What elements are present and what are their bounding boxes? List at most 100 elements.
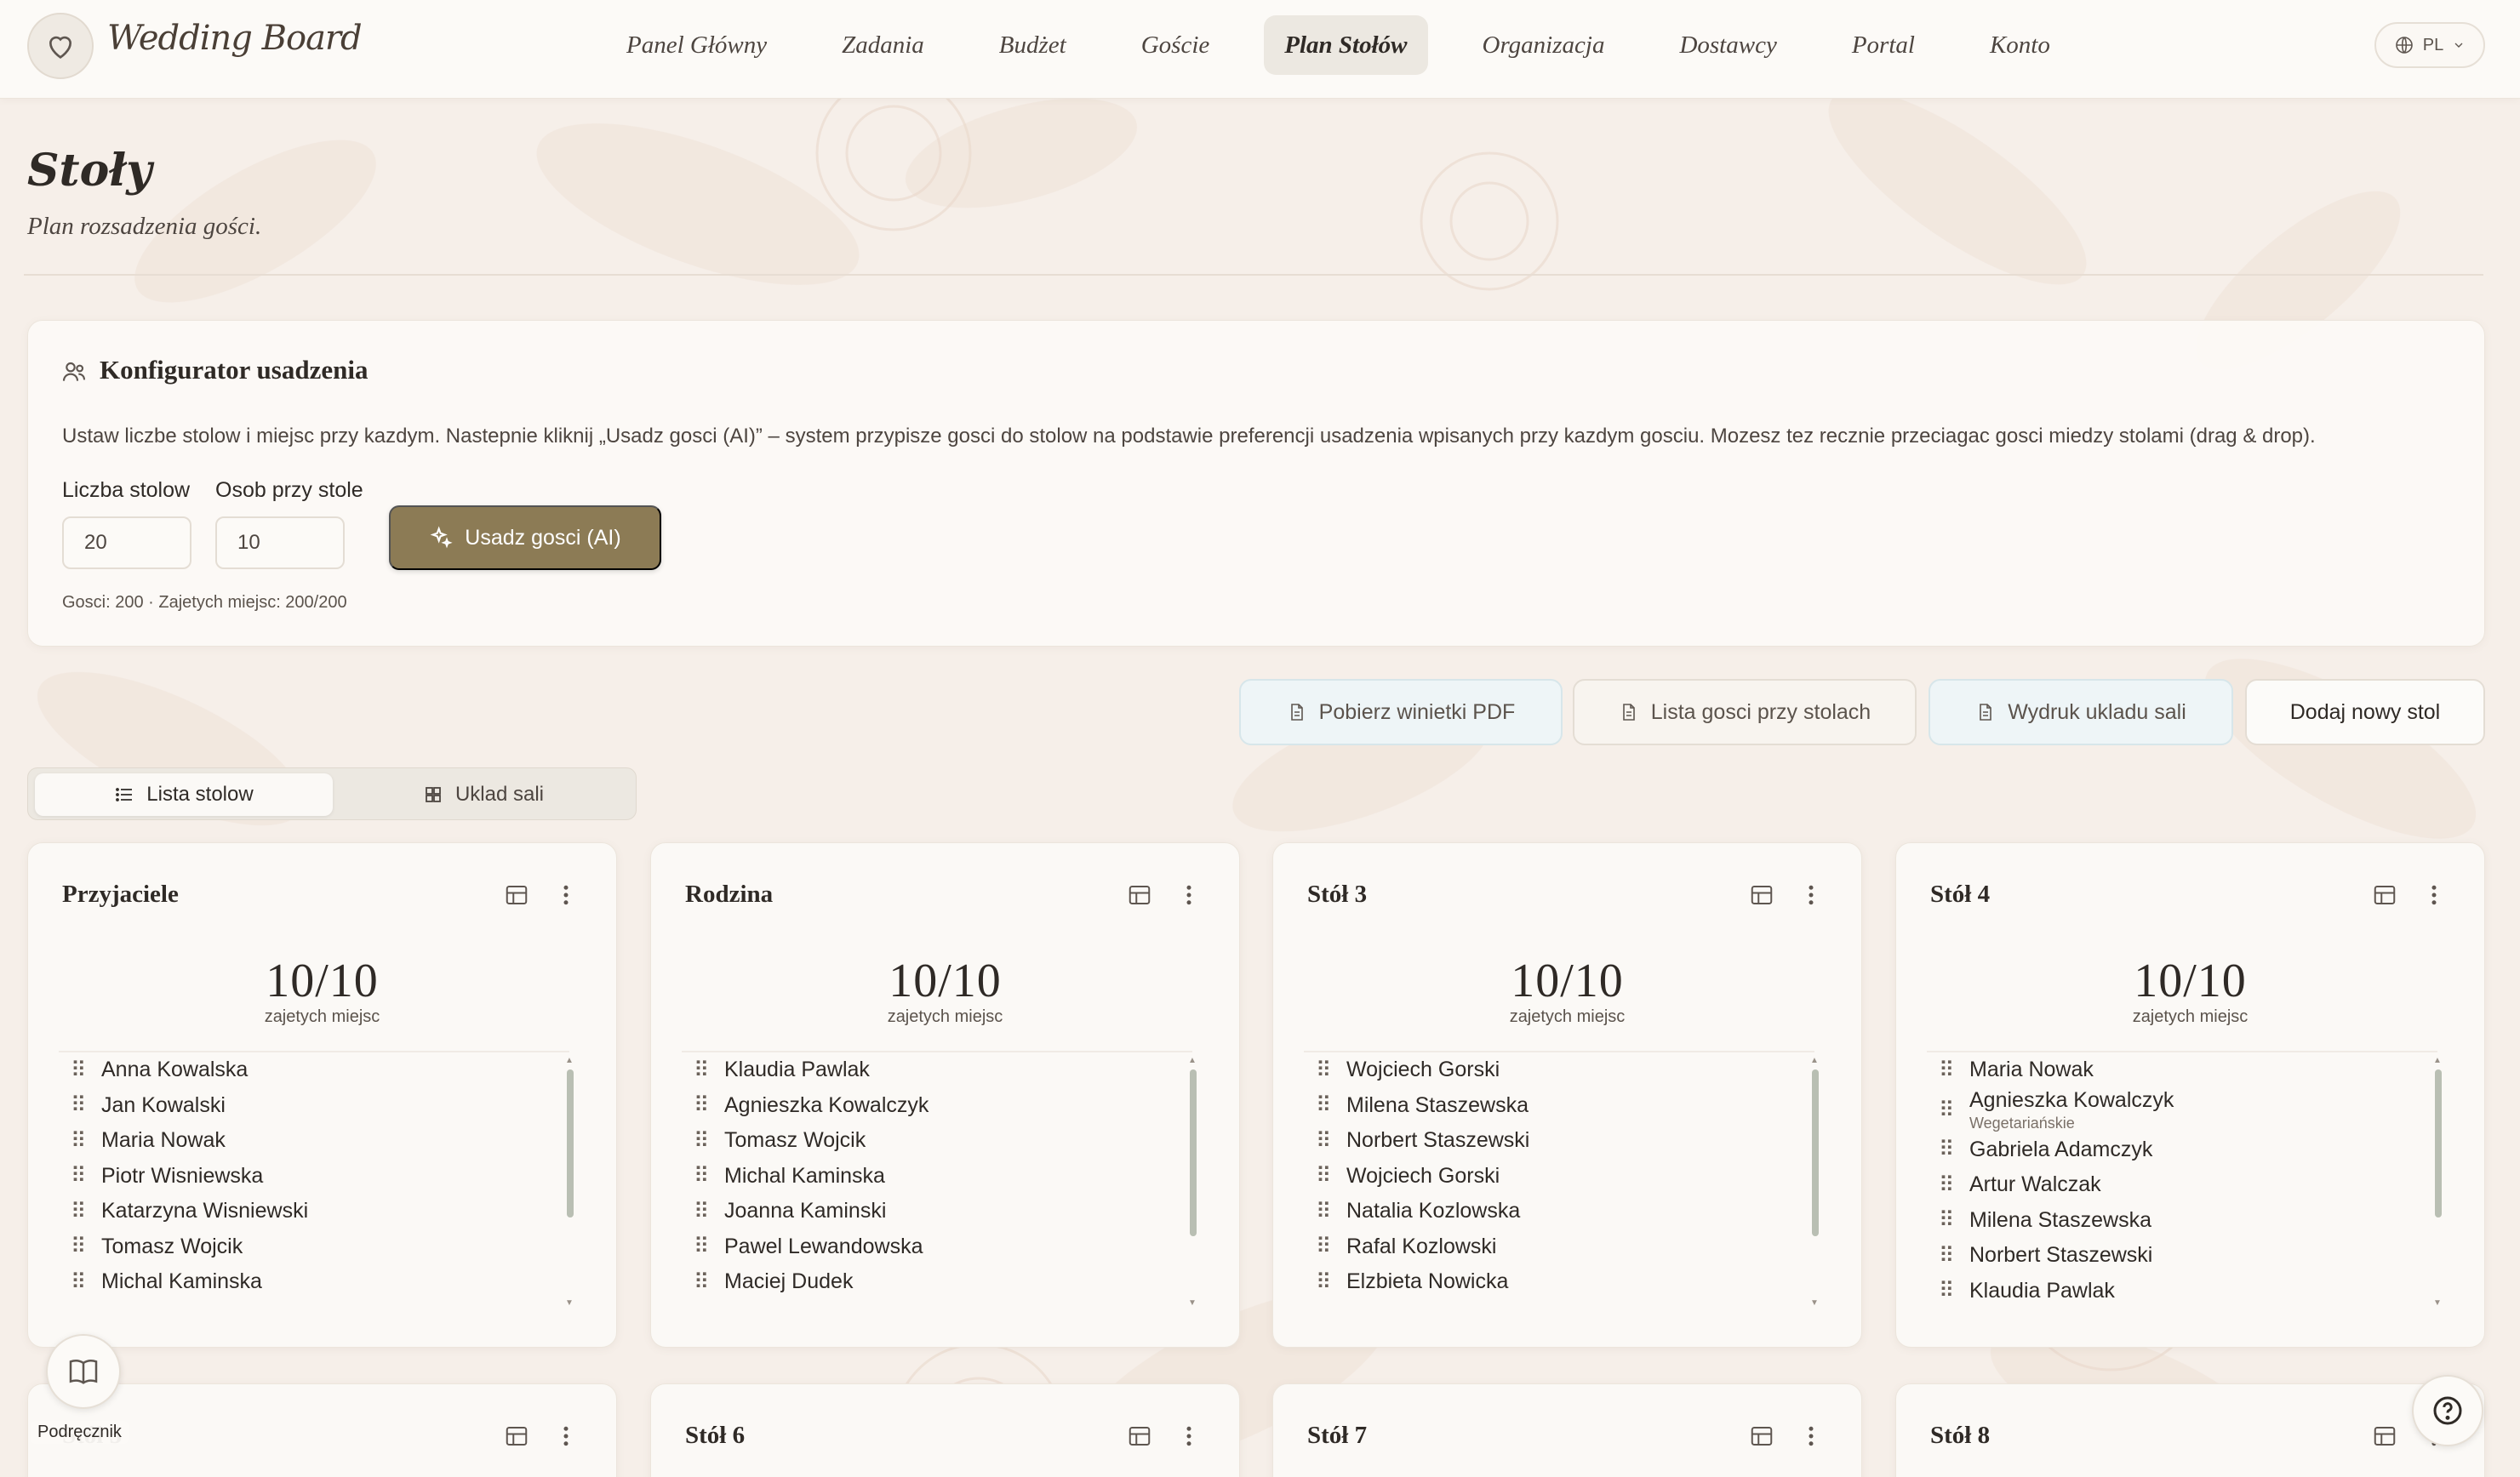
- guest-list-scrollbar[interactable]: ▲ ▼: [565, 1056, 575, 1308]
- drag-handle-icon[interactable]: ⠿: [694, 1128, 712, 1154]
- drag-handle-icon[interactable]: ⠿: [694, 1058, 712, 1083]
- scroll-thumb[interactable]: [1190, 1069, 1197, 1236]
- list-item[interactable]: ⠿ Klaudia Pawlak: [682, 1052, 1192, 1088]
- list-item[interactable]: ⠿ Milena Staszewska: [1927, 1203, 2437, 1239]
- drag-handle-icon[interactable]: ⠿: [1316, 1163, 1334, 1189]
- table-layout-icon[interactable]: [1127, 882, 1152, 908]
- drag-handle-icon[interactable]: ⠿: [1939, 1243, 1957, 1269]
- scroll-up-icon[interactable]: ▲: [2433, 1056, 2442, 1065]
- drag-handle-icon[interactable]: ⠿: [694, 1092, 712, 1118]
- list-item[interactable]: ⠿ Wojciech Gorski: [1304, 1159, 1814, 1195]
- guest-list-by-table-button[interactable]: Lista gosci przy stolach: [1573, 679, 1917, 745]
- add-new-table-button[interactable]: Dodaj nowy stol: [2245, 679, 2485, 745]
- nav-item-seating-plan[interactable]: Plan Stołów: [1264, 15, 1428, 75]
- tab-hall-layout[interactable]: Uklad sali: [334, 773, 632, 816]
- more-options-icon[interactable]: [557, 882, 575, 908]
- scroll-thumb[interactable]: [1812, 1069, 1819, 1236]
- scroll-down-icon[interactable]: ▼: [565, 1298, 574, 1308]
- drag-handle-icon[interactable]: ⠿: [71, 1128, 89, 1154]
- drag-handle-icon[interactable]: ⠿: [71, 1058, 89, 1083]
- language-selector[interactable]: PL: [2374, 22, 2485, 68]
- drag-handle-icon[interactable]: ⠿: [694, 1234, 712, 1259]
- list-item[interactable]: ⠿ Rafal Kozlowski: [1304, 1229, 1814, 1265]
- list-item[interactable]: ⠿ Gabriela Adamczyk: [1927, 1132, 2437, 1168]
- nav-item-tasks[interactable]: Zadania: [821, 15, 945, 75]
- list-item[interactable]: ⠿ Natalia Kozlowska: [1304, 1194, 1814, 1229]
- list-item[interactable]: ⠿ Maria Nowak: [1927, 1052, 2437, 1088]
- drag-handle-icon[interactable]: ⠿: [1316, 1092, 1334, 1118]
- guest-list-scrollbar[interactable]: ▲ ▼: [2433, 1056, 2443, 1308]
- drag-handle-icon[interactable]: ⠿: [1939, 1137, 1957, 1162]
- scroll-up-icon[interactable]: ▲: [565, 1056, 574, 1065]
- list-item[interactable]: ⠿ Tomasz Wojcik: [59, 1229, 569, 1265]
- list-item[interactable]: ⠿ Norbert Staszewski: [1927, 1238, 2437, 1274]
- drag-handle-icon[interactable]: ⠿: [694, 1199, 712, 1224]
- list-item[interactable]: ⠿ Maria Nowak: [59, 1123, 569, 1159]
- table-layout-icon[interactable]: [1749, 882, 1774, 908]
- heart-logo-button[interactable]: [27, 13, 94, 79]
- table-layout-icon[interactable]: [504, 882, 529, 908]
- list-item[interactable]: ⠿ Pawel Lewandowska: [682, 1229, 1192, 1265]
- guest-list-scrollbar[interactable]: ▲ ▼: [1810, 1056, 1820, 1308]
- drag-handle-icon[interactable]: ⠿: [71, 1092, 89, 1118]
- drag-handle-icon[interactable]: ⠿: [71, 1163, 89, 1189]
- seats-per-table-input[interactable]: [215, 516, 345, 569]
- tab-table-list[interactable]: Lista stolow: [35, 773, 333, 816]
- list-item[interactable]: ⠿ Michal Kaminska: [59, 1264, 569, 1300]
- guide-label[interactable]: Podręcznik: [31, 1421, 129, 1444]
- drag-handle-icon[interactable]: ⠿: [1316, 1128, 1334, 1154]
- list-item[interactable]: ⠿ Tomasz Wojcik: [682, 1123, 1192, 1159]
- drag-handle-icon[interactable]: ⠿: [71, 1269, 89, 1295]
- brand-logo-text[interactable]: Wedding Board: [107, 19, 363, 58]
- nav-item-guests[interactable]: Goście: [1121, 15, 1231, 75]
- scroll-thumb[interactable]: [2435, 1069, 2442, 1218]
- drag-handle-icon[interactable]: ⠿: [1939, 1172, 1957, 1198]
- drag-handle-icon[interactable]: ⠿: [1939, 1098, 1957, 1123]
- scroll-up-icon[interactable]: ▲: [1810, 1056, 1819, 1065]
- table-layout-icon[interactable]: [1749, 1423, 1774, 1449]
- list-item[interactable]: ⠿ Norbert Staszewski: [1304, 1123, 1814, 1159]
- tables-count-input[interactable]: [62, 516, 191, 569]
- guest-list-scrollbar[interactable]: ▲ ▼: [1188, 1056, 1198, 1308]
- list-item[interactable]: ⠿ Michal Kaminska: [682, 1159, 1192, 1195]
- drag-handle-icon[interactable]: ⠿: [1316, 1234, 1334, 1259]
- guide-button[interactable]: [46, 1334, 121, 1409]
- list-item[interactable]: ⠿ Milena Staszewska: [1304, 1088, 1814, 1124]
- list-item[interactable]: ⠿ Elzbieta Nowicka: [1304, 1264, 1814, 1300]
- more-options-icon[interactable]: [2425, 882, 2443, 908]
- nav-item-dashboard[interactable]: Panel Główny: [606, 15, 787, 75]
- nav-item-vendors[interactable]: Dostawcy: [1659, 15, 1797, 75]
- table-layout-icon[interactable]: [2372, 1423, 2397, 1449]
- list-item[interactable]: ⠿ Agnieszka Kowalczyk: [682, 1088, 1192, 1124]
- drag-handle-icon[interactable]: ⠿: [1316, 1058, 1334, 1083]
- drag-handle-icon[interactable]: ⠿: [694, 1163, 712, 1189]
- print-hall-layout-button[interactable]: Wydruk ukladu sali: [1929, 679, 2233, 745]
- more-options-icon[interactable]: [1802, 1423, 1820, 1449]
- scroll-up-icon[interactable]: ▲: [1188, 1056, 1197, 1065]
- table-layout-icon[interactable]: [1127, 1423, 1152, 1449]
- drag-handle-icon[interactable]: ⠿: [1939, 1058, 1957, 1083]
- nav-item-budget[interactable]: Budżet: [979, 15, 1087, 75]
- list-item[interactable]: ⠿ Maciej Dudek: [682, 1264, 1192, 1300]
- table-layout-icon[interactable]: [2372, 882, 2397, 908]
- drag-handle-icon[interactable]: ⠿: [694, 1269, 712, 1295]
- nav-item-portal[interactable]: Portal: [1831, 15, 1935, 75]
- scroll-down-icon[interactable]: ▼: [2433, 1298, 2442, 1308]
- more-options-icon[interactable]: [1180, 882, 1198, 908]
- scroll-down-icon[interactable]: ▼: [1188, 1298, 1197, 1308]
- ai-seat-guests-button[interactable]: Usadz gosci (AI): [389, 505, 661, 570]
- drag-handle-icon[interactable]: ⠿: [1939, 1278, 1957, 1303]
- more-options-icon[interactable]: [557, 1423, 575, 1449]
- drag-handle-icon[interactable]: ⠿: [71, 1234, 89, 1259]
- drag-handle-icon[interactable]: ⠿: [71, 1199, 89, 1224]
- drag-handle-icon[interactable]: ⠿: [1316, 1199, 1334, 1224]
- download-place-cards-pdf-button[interactable]: Pobierz winietki PDF: [1239, 679, 1563, 745]
- list-item[interactable]: ⠿ Jan Kowalski: [59, 1088, 569, 1124]
- drag-handle-icon[interactable]: ⠿: [1316, 1269, 1334, 1295]
- list-item[interactable]: ⠿ Artur Walczak: [1927, 1167, 2437, 1203]
- nav-item-account[interactable]: Konto: [1969, 15, 2071, 75]
- nav-item-organization[interactable]: Organizacja: [1462, 15, 1626, 75]
- scroll-thumb[interactable]: [567, 1069, 574, 1218]
- list-item[interactable]: ⠿ Klaudia Pawlak: [1927, 1274, 2437, 1309]
- list-item[interactable]: ⠿ Anna Kowalska: [59, 1052, 569, 1088]
